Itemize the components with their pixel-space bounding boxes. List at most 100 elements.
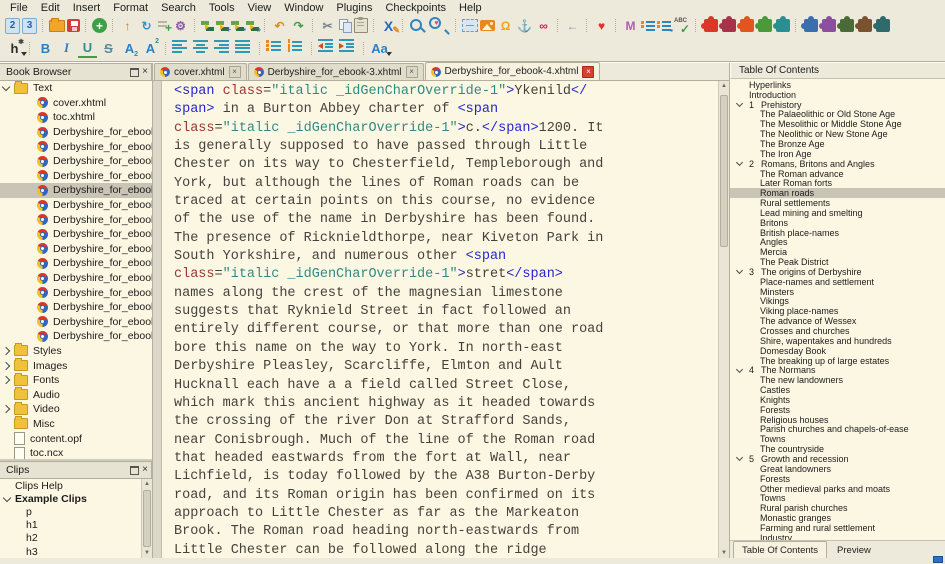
plugin-8-icon[interactable]: 8	[840, 19, 854, 32]
copy-icon[interactable]	[338, 19, 352, 32]
toc-item-the-peak-district[interactable]: The Peak District	[730, 257, 945, 267]
tree-item-derbyshire_for_ebook-6.xhtml[interactable]: Derbyshire_for_ebook-6.xhtml	[0, 212, 152, 227]
close-panel-icon[interactable]: ×	[142, 67, 148, 77]
toc-item-viking-place-names[interactable]: Viking place-names	[730, 306, 945, 316]
epub2-icon[interactable]: 2	[5, 18, 20, 34]
join-sections-icon[interactable]: »	[246, 20, 259, 31]
editor-tab-cover.xhtml[interactable]: cover.xhtml×	[154, 63, 247, 80]
plugin-6-icon[interactable]: 6	[804, 19, 818, 32]
split-at-cursor-icon[interactable]	[201, 20, 214, 31]
toc-item-industry[interactable]: Industry	[730, 533, 945, 540]
editor-scrollbar[interactable]: ▲ ▼	[718, 81, 729, 558]
tree-item-text[interactable]: Text	[0, 81, 152, 96]
toc-item-towns[interactable]: Towns	[730, 493, 945, 503]
toc-item-lead-mining-and-smelting[interactable]: Lead mining and smelting	[730, 208, 945, 218]
toc-item-the-roman-advance[interactable]: The Roman advance	[730, 169, 945, 179]
menu-view[interactable]: View	[242, 1, 278, 15]
code-editor[interactable]: <span class="italic _idGenCharOverride-1…	[153, 81, 729, 558]
float-panel-icon[interactable]	[130, 466, 139, 475]
toc-item-knights[interactable]: Knights	[730, 395, 945, 405]
toc-item-the-mesolithic-or-middle-stone-age[interactable]: The Mesolithic or Middle Stone Age	[730, 119, 945, 129]
clip-item-p[interactable]: p	[0, 505, 152, 518]
editor-tab-derbyshire_for_ebook-4.xhtml[interactable]: Derbyshire_for_ebook-4.xhtml×	[425, 62, 601, 80]
toc-item-domesday-book[interactable]: Domesday Book	[730, 346, 945, 356]
toc-item-forests[interactable]: Forests	[730, 474, 945, 484]
toc-item-the-advance-of-wessex[interactable]: The advance of Wessex	[730, 316, 945, 326]
anchor-id-icon[interactable]: ⚓	[516, 18, 533, 33]
toc-item-the-normans[interactable]: 4The Normans	[730, 365, 945, 375]
epub3-icon[interactable]: 3	[22, 18, 37, 34]
undo-icon[interactable]: ↶	[271, 18, 288, 33]
toc-item-the-neolithic-or-new-stone-age[interactable]: The Neolithic or New Stone Age	[730, 129, 945, 139]
tree-item-derbyshire_for_ebook-11.xhtml[interactable]: Derbyshire_for_ebook-11.xhtml	[0, 285, 152, 300]
menu-format[interactable]: Format	[107, 1, 154, 15]
clip-item-clips-help[interactable]: Clips Help	[0, 479, 152, 492]
toc-item-growth-and-recession[interactable]: 5Growth and recession	[730, 454, 945, 464]
toc-item-monastic-granges[interactable]: Monastic granges	[730, 513, 945, 523]
strikethrough-icon[interactable]: S	[99, 39, 118, 57]
plugin-4-icon[interactable]: 4	[758, 19, 772, 32]
tree-item-derbyshire_for_ebook-9.xhtml[interactable]: Derbyshire_for_ebook-9.xhtml	[0, 256, 152, 271]
toc-item-the-palaeolithic-or-old-stone-age[interactable]: The Palaeolithic or Old Stone Age	[730, 110, 945, 120]
scroll-up-icon[interactable]: ▲	[142, 479, 152, 489]
clips-scrollbar[interactable]: ▲ ▼	[141, 479, 152, 558]
toc-item-rural-parish-churches[interactable]: Rural parish churches	[730, 503, 945, 513]
menu-help[interactable]: Help	[453, 1, 488, 15]
edit-toc-icon[interactable]	[641, 20, 655, 32]
menu-insert[interactable]: Insert	[67, 1, 107, 15]
toc-item-introduction[interactable]: Introduction	[730, 90, 945, 100]
toc-item-angles[interactable]: Angles	[730, 238, 945, 248]
donate-heart-icon[interactable]: ♥	[593, 18, 610, 33]
split-view-icon[interactable]	[462, 19, 478, 32]
menu-window[interactable]: Window	[278, 1, 329, 15]
toc-item-castles[interactable]: Castles	[730, 385, 945, 395]
tree-item-toc.ncx[interactable]: toc.ncx	[0, 446, 152, 459]
bold-icon[interactable]: B	[36, 39, 55, 57]
toc-item-religious-houses[interactable]: Religious houses	[730, 415, 945, 425]
align-right-icon[interactable]	[214, 39, 233, 57]
tree-item-derbyshire_for_ebook.xhtml[interactable]: Derbyshire_for_ebook.xhtml	[0, 125, 152, 140]
expand-chevron-icon[interactable]	[2, 405, 10, 413]
tree-item-video[interactable]: Video	[0, 402, 152, 417]
generate-toc-icon[interactable]: ▪	[657, 20, 671, 32]
menu-plugins[interactable]: Plugins	[330, 1, 378, 15]
find-icon[interactable]	[409, 18, 426, 33]
expand-chevron-icon[interactable]	[2, 376, 10, 384]
expand-chevron-icon[interactable]	[2, 83, 10, 91]
toc-item-roman-roads[interactable]: Roman roads	[730, 188, 945, 198]
toc-item-shire,-wapentakes-and-hundreds[interactable]: Shire, wapentakes and hundreds	[730, 336, 945, 346]
open-folder-icon[interactable]	[49, 20, 65, 32]
tree-item-fonts[interactable]: Fonts	[0, 373, 152, 388]
reload-icon[interactable]: ↻	[138, 18, 155, 33]
split-section-icon[interactable]: ▪	[231, 20, 244, 31]
plugin-3-icon[interactable]: 3	[740, 19, 754, 32]
tree-item-derbyshire_for_ebook-4.xhtml[interactable]: Derbyshire_for_ebook-4.xhtml	[0, 183, 152, 198]
expand-chevron-icon[interactable]	[2, 347, 10, 355]
expand-chevron-icon[interactable]	[3, 494, 11, 502]
toc-item-hyperlinks[interactable]: Hyperlinks	[730, 80, 945, 90]
toc-item-vikings[interactable]: Vikings	[730, 297, 945, 307]
expand-chevron-icon[interactable]	[2, 361, 10, 369]
expand-chevron-icon[interactable]	[736, 366, 743, 373]
tree-item-derbyshire_for_ebook-10.xhtml[interactable]: Derbyshire_for_ebook-10.xhtml	[0, 271, 152, 286]
delete-x-icon[interactable]: X	[380, 18, 397, 33]
toc-item-the-iron-age[interactable]: The Iron Age	[730, 149, 945, 159]
tree-item-derbyshire_for_ebook-3.xhtml[interactable]: Derbyshire_for_ebook-3.xhtml	[0, 169, 152, 184]
redo-icon[interactable]: ↷	[290, 18, 307, 33]
scrollbar-thumb[interactable]	[143, 490, 151, 547]
toc-item-parish-churches-and-chapels-of-ease[interactable]: Parish churches and chapels-of-ease	[730, 425, 945, 435]
plugin-2-icon[interactable]: 2	[722, 19, 736, 32]
scroll-down-icon[interactable]: ▼	[719, 548, 729, 558]
toc-item-rural-settlements[interactable]: Rural settlements	[730, 198, 945, 208]
tree-item-derbyshire_for_ebook-1.xhtml[interactable]: Derbyshire_for_ebook-1.xhtml	[0, 139, 152, 154]
toc-item-the-new-landowners[interactable]: The new landowners	[730, 375, 945, 385]
italic-icon[interactable]: I	[57, 39, 76, 57]
tree-item-cover.xhtml[interactable]: cover.xhtml	[0, 96, 152, 111]
tree-item-content.opf[interactable]: content.opf	[0, 431, 152, 446]
expand-chevron-icon[interactable]	[736, 454, 743, 461]
toc-item-romans,-britons-and-angles[interactable]: 2Romans, Britons and Angles	[730, 159, 945, 169]
clip-item-h2[interactable]: h2	[0, 532, 152, 545]
tree-item-derbyshire_for_ebook-8.xhtml[interactable]: Derbyshire_for_ebook-8.xhtml	[0, 242, 152, 257]
save-icon[interactable]	[67, 19, 80, 32]
menu-tools[interactable]: Tools	[203, 1, 241, 15]
